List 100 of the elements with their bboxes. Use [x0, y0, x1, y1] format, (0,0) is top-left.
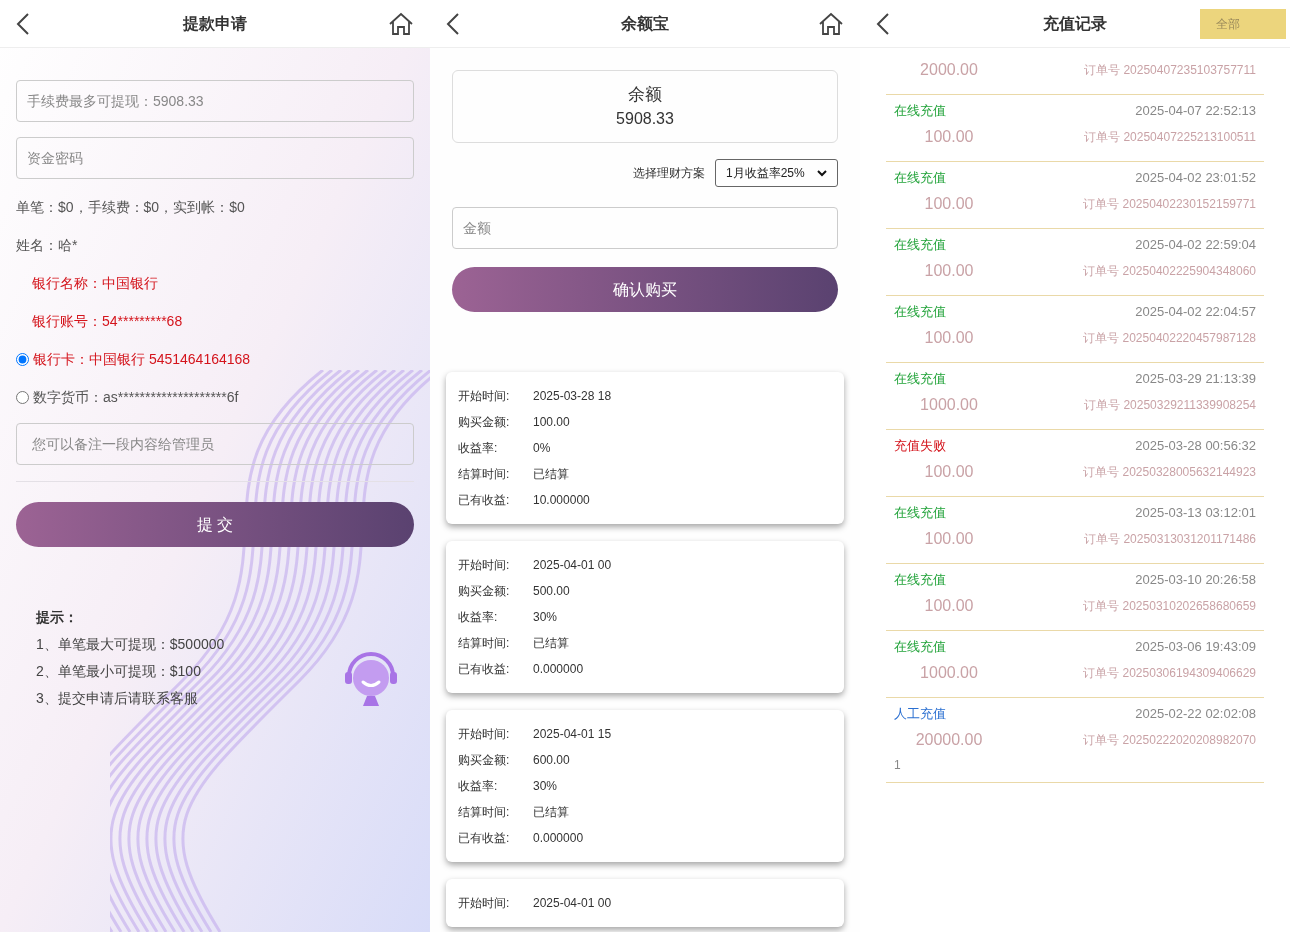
- field-value: 2025-04-01 00: [533, 895, 612, 912]
- record-status: 在线充值: [894, 303, 946, 322]
- payout-option[interactable]: 银行卡：中国银行 5451464164168: [16, 349, 414, 370]
- order-number: 订单号 20250407235103757711: [1084, 62, 1256, 79]
- record-amount: 100.00: [923, 127, 975, 147]
- input-field[interactable]: 手续费最多可提现：5908.33: [16, 80, 414, 122]
- field-label: 已有收益:: [458, 661, 511, 678]
- order-number: 订单号 20250402225904348060: [1083, 263, 1256, 280]
- record-status: 在线充值: [894, 102, 946, 121]
- record-time: 2025-04-02 22:04:57: [1135, 303, 1256, 322]
- page-title: 提款申请: [183, 13, 247, 34]
- record-time: 2025-03-28 00:56:32: [1135, 437, 1256, 456]
- field-value: 已结算: [533, 466, 569, 483]
- account-name: 姓名：哈*: [16, 236, 79, 255]
- record-amount: 20000.00: [914, 730, 984, 750]
- page-title: 充值记录: [1043, 13, 1107, 34]
- bank-name: 银行名称：中国银行: [32, 274, 159, 293]
- field-label: 结算时间:: [458, 804, 511, 821]
- record-amount: 100.00: [923, 596, 975, 616]
- record-status: 在线充值: [894, 169, 946, 188]
- home-icon[interactable]: [388, 11, 414, 36]
- amount-summary: 单笔：$0，手续费：$0，实到帐：$0: [16, 198, 246, 217]
- record-status: 在线充值: [894, 571, 946, 590]
- field-label: 购买金额:: [458, 414, 511, 431]
- record-time: 2025-03-06 19:43:09: [1135, 638, 1256, 657]
- order-number: 订单号 20250328005632144923: [1083, 464, 1256, 481]
- field-label: 结算时间:: [458, 466, 511, 483]
- field-value: 0%: [533, 440, 551, 457]
- record-amount: 100.00: [923, 328, 975, 348]
- order-number: 订单号 20250306194309406629: [1083, 665, 1256, 682]
- record-note: 1: [894, 757, 902, 774]
- record-time: 2025-04-07 22:52:13: [1135, 102, 1256, 121]
- back-icon[interactable]: [446, 11, 460, 36]
- order-number: 订单号 20250402220457987128: [1083, 330, 1256, 347]
- field-label: 开始时间:: [458, 557, 511, 574]
- record-time: 2025-04-02 23:01:52: [1135, 169, 1256, 188]
- confirm-purchase-button[interactable]: 确认购买: [452, 267, 838, 312]
- field-value: 500.00: [533, 583, 570, 600]
- record-time: 2025-04-02 22:59:04: [1135, 236, 1256, 255]
- field-label: 购买金额:: [458, 752, 511, 769]
- record-time: 2025-03-29 21:13:39: [1135, 370, 1256, 389]
- tip-text: 1、单笔最大可提现：$500000: [36, 635, 226, 654]
- back-icon[interactable]: [16, 11, 30, 36]
- chevron-down-icon: [817, 169, 827, 177]
- field-label: 结算时间:: [458, 635, 511, 652]
- field-value: 100.00: [533, 414, 570, 431]
- plan-label: 选择理财方案: [633, 165, 705, 182]
- record-time: 2025-03-10 20:26:58: [1135, 571, 1256, 590]
- field-value: 已结算: [533, 635, 569, 652]
- record-status: 在线充值: [894, 638, 946, 657]
- field-value: 0.000000: [533, 830, 584, 847]
- input-field[interactable]: 资金密码: [16, 137, 414, 179]
- field-label: 已有收益:: [458, 492, 511, 509]
- tip-text: 3、提交申请后请联系客服: [36, 689, 199, 708]
- radio-button[interactable]: [16, 353, 29, 366]
- input-field[interactable]: 您可以备注一段内容给管理员: [16, 423, 414, 465]
- input-field[interactable]: 金额: [452, 207, 838, 249]
- record-amount: 1000.00: [919, 663, 979, 683]
- field-label: 开始时间:: [458, 388, 511, 405]
- record-status: 在线充值: [894, 504, 946, 523]
- record-status: 在线充值: [894, 236, 946, 255]
- field-value: 30%: [533, 609, 558, 626]
- order-number: 订单号 20250310202658680659: [1083, 598, 1256, 615]
- record-time: 2025-03-13 03:12:01: [1135, 504, 1256, 523]
- field-value: 30%: [533, 778, 558, 795]
- record-status: 人工充值: [894, 705, 946, 724]
- record-amount: 1000.00: [919, 395, 979, 415]
- field-value: 10.000000: [533, 492, 590, 509]
- field-label: 购买金额:: [458, 583, 511, 600]
- plan-select[interactable]: 1月收益率25%: [715, 159, 838, 187]
- record-amount: 100.00: [923, 462, 975, 482]
- field-label: 开始时间:: [458, 895, 511, 912]
- field-label: 开始时间:: [458, 726, 511, 743]
- field-label: 收益率:: [458, 778, 499, 795]
- submit-button[interactable]: 提 交: [16, 502, 414, 547]
- home-icon[interactable]: [818, 11, 844, 36]
- back-icon[interactable]: [876, 11, 890, 36]
- record-amount: 100.00: [923, 194, 975, 214]
- order-number: 订单号 20250402230152159771: [1083, 196, 1256, 213]
- order-number: 订单号 20250407225213100511: [1084, 129, 1256, 146]
- field-value: 已结算: [533, 804, 569, 821]
- order-number: 订单号 20250222020208982070: [1083, 732, 1256, 749]
- record-status: 充值失败: [894, 437, 946, 456]
- record-time: 2025-02-22 02:02:08: [1135, 705, 1256, 724]
- field-value: 2025-04-01 15: [533, 726, 612, 743]
- bank-account: 银行账号：54*********68: [32, 312, 184, 331]
- payout-option[interactable]: 数字货币：as********************6f: [16, 387, 414, 408]
- field-value: 2025-03-28 18: [533, 388, 612, 405]
- page-title: 余额宝: [621, 13, 669, 34]
- order-number: 订单号 20250313031201171486: [1084, 531, 1256, 548]
- field-value: 2025-04-01 00: [533, 557, 612, 574]
- balance-label: 余额: [628, 83, 662, 106]
- radio-button[interactable]: [16, 391, 29, 404]
- tips-title: 提示：: [36, 608, 79, 627]
- record-amount: 100.00: [923, 529, 975, 549]
- tip-text: 2、单笔最小可提现：$100: [36, 662, 202, 681]
- field-value: 600.00: [533, 752, 570, 769]
- field-label: 已有收益:: [458, 830, 511, 847]
- support-agent-icon[interactable]: [343, 650, 399, 706]
- field-value: 0.000000: [533, 661, 584, 678]
